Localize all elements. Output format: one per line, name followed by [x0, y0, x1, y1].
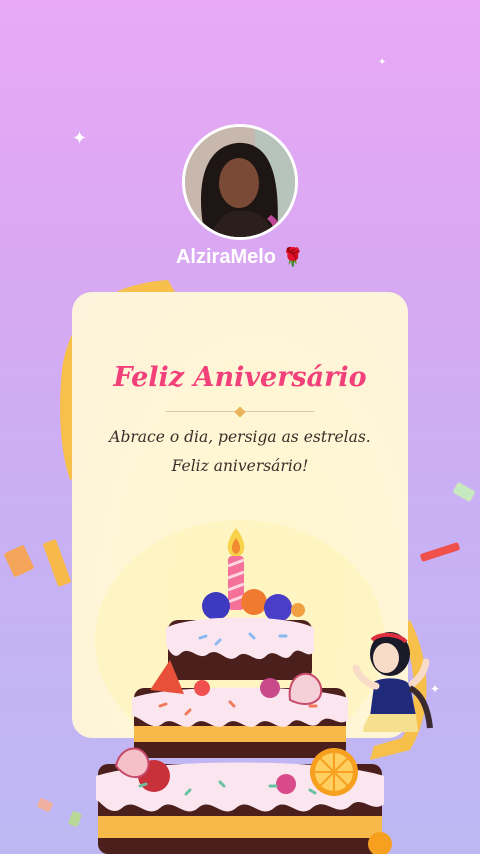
avatar-photo [185, 127, 295, 237]
sparkle-icon: ✦ [378, 57, 387, 68]
confetti-piece [42, 538, 72, 588]
username-label: AlziraMelo 🌹 [0, 246, 480, 269]
card-title: Feliz Aniversário [113, 362, 367, 393]
confetti-piece [3, 544, 35, 578]
princess-sticker [352, 632, 433, 732]
confetti-piece [36, 797, 54, 813]
card-message: Abrace o dia, persiga as estrelas. Feliz… [109, 428, 371, 475]
confetti-piece [419, 542, 461, 562]
confetti-piece [452, 481, 476, 503]
avatar[interactable] [182, 124, 298, 240]
username-text: AlziraMelo [175, 246, 277, 268]
sparkle-icon: ✦ [72, 128, 88, 149]
rose-icon: 🌹 [281, 247, 304, 268]
